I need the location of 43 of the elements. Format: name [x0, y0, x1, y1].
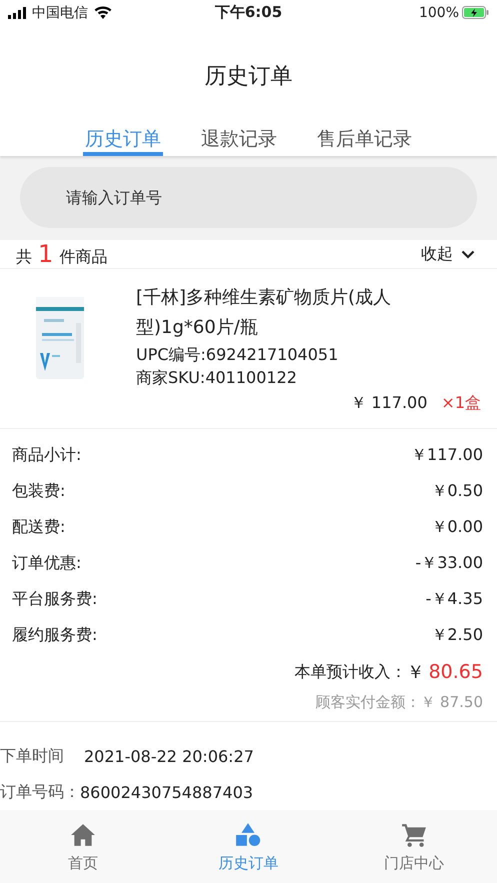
shapes-icon: [235, 822, 262, 848]
paid-amount: 顾客实付金额：￥ 87.50: [314, 692, 483, 714]
product-name: [千林]多种维生素矿物质片(成人型)1g*60片/瓶: [136, 286, 392, 340]
income-amount: ￥ 80.65: [406, 660, 483, 684]
battery-icon: [462, 6, 489, 20]
chevron-icon: [461, 250, 475, 259]
fee-label: 包装费:: [12, 480, 66, 502]
fee-amount: -￥33.00: [415, 552, 483, 574]
income-label: 本单预计收入：: [294, 662, 407, 683]
home-icon: [70, 822, 96, 848]
clock-time: 下午6:05: [214, 3, 282, 22]
product-quantity: ×1盒: [441, 393, 481, 414]
fee-label: 商品小计:: [12, 444, 82, 466]
upc-code: UPC编号:6924217104051: [136, 344, 340, 366]
collapse-button[interactable]: 收起: [421, 244, 475, 265]
fee-amount: ￥0.50: [431, 480, 483, 502]
fee-amount: ￥2.50: [431, 624, 483, 646]
fee-label: 平台服务费:: [12, 588, 98, 610]
sku-code: 商家SKU:401100122: [136, 367, 298, 390]
info-value: 2021-08-22 20:06:27: [84, 746, 254, 766]
product-price: ￥ 117.00: [350, 393, 428, 414]
info-label: 订单号码：: [0, 782, 80, 803]
fee-amount: ￥0.00: [431, 516, 483, 538]
tab[interactable]: 售后单记录: [315, 125, 414, 156]
info-value: 86002430754887403: [80, 782, 254, 802]
signal-icon: [8, 6, 26, 19]
battery-percent: 100%: [418, 4, 459, 21]
wifi-icon: [94, 6, 112, 20]
fee-label: 订单优惠:: [12, 552, 82, 574]
nav-tab[interactable]: 首页: [28, 822, 138, 874]
fee-label: 配送费:: [12, 516, 66, 538]
fee-amount: -￥4.35: [426, 588, 483, 610]
info-label: 下单时间: [0, 746, 64, 767]
page-title: 历史订单: [204, 62, 292, 91]
cart-icon: [401, 822, 428, 848]
item-count: 共 1 件商品: [16, 240, 108, 268]
nav-tab[interactable]: 门店中心: [359, 822, 470, 874]
fee-amount: ￥117.00: [411, 444, 483, 466]
nav-tab[interactable]: 历史订单: [193, 822, 304, 874]
search-field[interactable]: 请输入订单号: [20, 167, 477, 228]
tab[interactable]: 退款记录: [199, 125, 279, 156]
carrier-name: 中国电信: [32, 4, 88, 22]
fee-label: 履约服务费:: [12, 624, 98, 646]
